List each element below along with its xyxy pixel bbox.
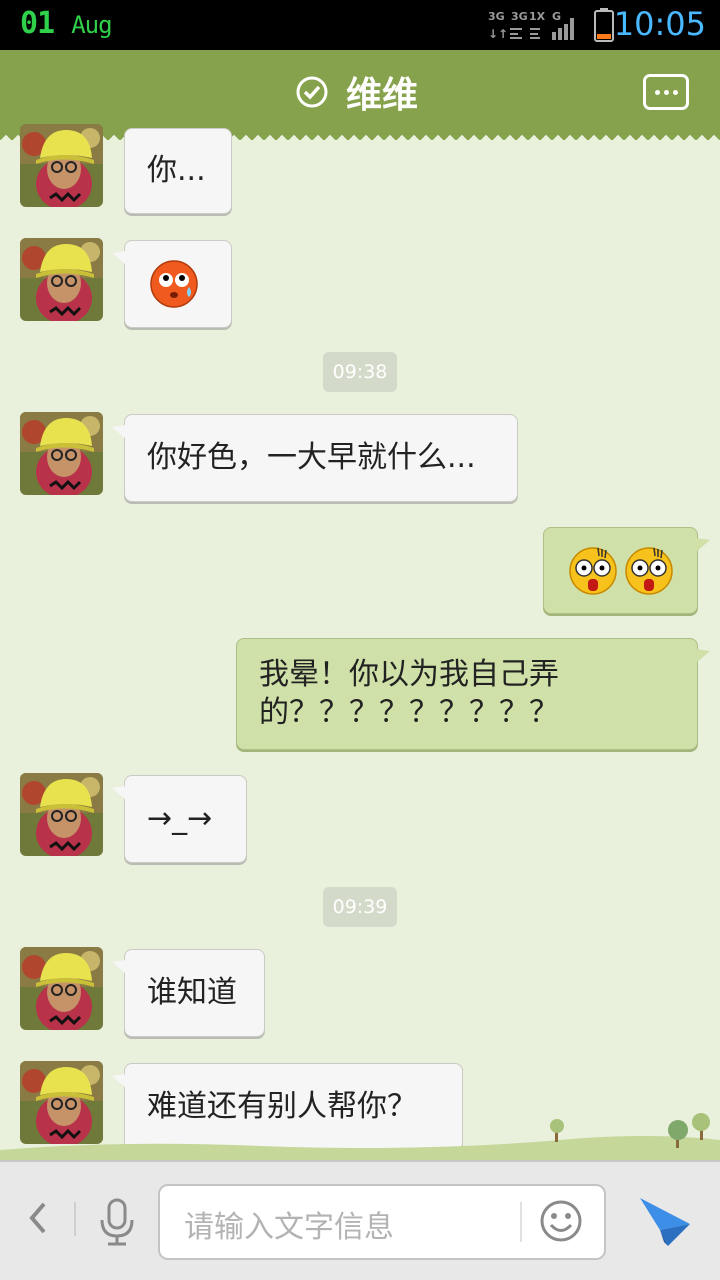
net-label-g: G	[552, 10, 561, 23]
chat-menu-button[interactable]	[643, 74, 689, 110]
message-bubble-incoming[interactable]: →_→	[112, 775, 247, 863]
input-bar: 请输入文字信息	[0, 1160, 720, 1280]
paper-plane-icon[interactable]	[636, 1194, 694, 1250]
divider	[74, 1202, 76, 1236]
chevron-left-icon[interactable]	[22, 1198, 52, 1238]
smiley-icon[interactable]	[538, 1198, 584, 1244]
message-input[interactable]: 请输入文字信息	[158, 1184, 606, 1260]
contact-avatar[interactable]	[20, 124, 103, 207]
net-label-1x: 1X	[529, 10, 546, 23]
contact-avatar[interactable]	[20, 773, 103, 856]
microphone-icon[interactable]	[96, 1198, 138, 1246]
header-zigzag-edge	[0, 132, 720, 140]
svg-text:↓↑: ↓↑	[488, 27, 508, 41]
chat-title: 维维	[296, 68, 418, 116]
status-date: 01 Aug	[20, 6, 113, 41]
net-label-3g-2: 3G	[511, 10, 528, 23]
contact-avatar[interactable]	[20, 947, 103, 1030]
divider	[520, 1202, 522, 1242]
battery-icon	[594, 8, 614, 42]
message-text: 你...	[147, 153, 206, 188]
blushing-sweat-emoji-icon	[150, 260, 198, 308]
contact-name: 维维	[346, 75, 419, 116]
message-text: 我晕！你以为我自己弄 的？？？？？？？？？	[259, 657, 559, 730]
shocked-emoji-icon	[624, 546, 674, 596]
message-text: 谁知道	[147, 975, 237, 1010]
check-circle-icon	[296, 76, 328, 108]
signal-icons: 3G 3G 1X G ↓↑	[488, 10, 574, 41]
status-bar: 01 Aug 3G 3G 1X G ↓↑ 10:05	[0, 0, 720, 50]
message-text: →_→	[147, 801, 213, 836]
message-bubble-incoming[interactable]	[112, 240, 232, 328]
shocked-emoji-icon	[568, 546, 618, 596]
message-bubble-incoming[interactable]: 你好色，一大早就什么...	[112, 414, 518, 502]
timestamp: 09:39	[323, 887, 397, 927]
message-bubble-incoming[interactable]: 你...	[124, 128, 232, 214]
chat-header: 维维	[0, 50, 720, 140]
status-time: 10:05	[613, 5, 706, 43]
message-text: 你好色，一大早就什么...	[147, 440, 476, 475]
ground-decoration	[0, 1113, 720, 1162]
input-placeholder: 请输入文字信息	[184, 1210, 394, 1245]
message-bubble-incoming[interactable]: 谁知道	[112, 949, 265, 1037]
message-bubble-outgoing[interactable]	[543, 527, 710, 614]
net-label-3g: 3G	[488, 10, 505, 23]
timestamp: 09:38	[323, 352, 397, 392]
contact-avatar[interactable]	[20, 412, 103, 495]
message-bubble-outgoing[interactable]: 我晕！你以为我自己弄 的？？？？？？？？？	[236, 638, 710, 750]
contact-avatar[interactable]	[20, 238, 103, 321]
